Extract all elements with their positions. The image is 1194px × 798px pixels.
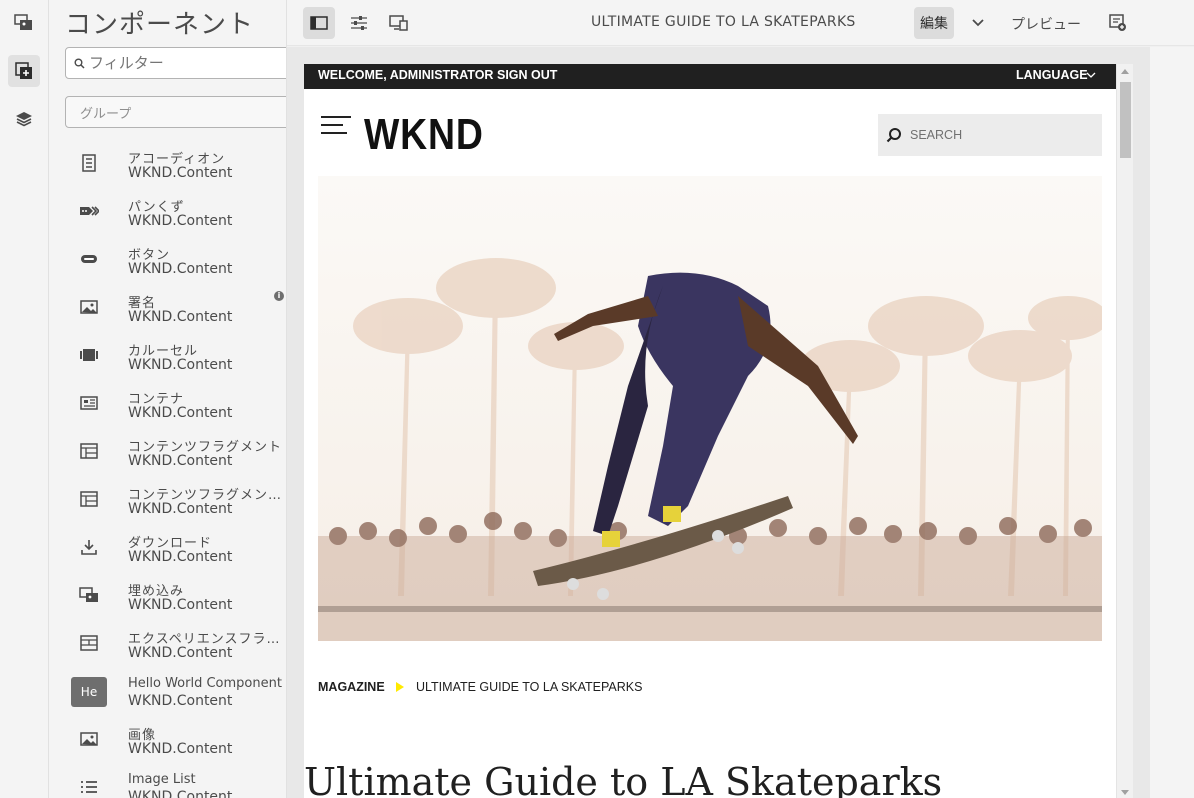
preview-mode-button[interactable]: プレビュー — [1011, 14, 1081, 34]
breadcrumb-icon — [79, 201, 99, 221]
edit-mode-button[interactable]: 編集 — [914, 7, 954, 39]
welcome-text: WELCOME, ADMINISTRATOR — [318, 68, 494, 82]
components-panel: コンポーネント グループ アコーディオン WKND.Content パンくず W… — [49, 0, 287, 798]
container-icon — [79, 393, 99, 413]
sign-out-link[interactable]: SIGN OUT — [497, 68, 557, 82]
site-logo[interactable]: WKND — [364, 110, 484, 160]
component-group: WKND.Content — [128, 357, 233, 373]
list-item[interactable]: コンテンツフラグメン… WKND.Content — [49, 482, 286, 530]
breadcrumb-separator-icon — [396, 682, 404, 692]
search-icon — [886, 128, 901, 143]
toggle-side-panel-icon[interactable] — [303, 7, 335, 39]
component-group: WKND.Content — [128, 741, 233, 757]
component-group: WKND.Content — [128, 165, 233, 181]
image-icon — [79, 729, 99, 749]
chevron-down-icon — [1086, 72, 1096, 78]
properties-icon[interactable] — [343, 7, 375, 39]
article-title: Ultimate Guide to LA Skateparks — [304, 760, 943, 798]
component-group: WKND.Content — [128, 453, 233, 469]
embed-icon — [79, 585, 99, 605]
list-item[interactable]: アコーディオン WKND.Content — [49, 146, 286, 194]
site-search[interactable]: SEARCH — [878, 114, 1102, 156]
list-item[interactable]: エクスペリエンスフラ… WKND.Content — [49, 626, 286, 674]
assets-icon[interactable] — [8, 7, 40, 39]
content-fragment-list-icon — [79, 489, 99, 509]
left-rail — [0, 0, 49, 798]
scroll-thumb[interactable] — [1120, 82, 1131, 158]
button-icon — [79, 249, 99, 269]
search-placeholder: SEARCH — [910, 128, 963, 142]
carousel-icon — [79, 345, 99, 365]
list-item[interactable]: 画像 WKND.Content — [49, 722, 286, 770]
panel-title: コンポーネント — [65, 10, 255, 40]
image-icon — [79, 297, 99, 317]
list-item[interactable]: コンテンツフラグメント WKND.Content — [49, 434, 286, 482]
language-menu[interactable]: LANGUAGE — [1016, 68, 1088, 82]
component-group: WKND.Content — [128, 501, 233, 517]
info-icon[interactable]: i — [274, 291, 284, 301]
list-item[interactable]: コンテナ WKND.Content — [49, 386, 286, 434]
component-list: アコーディオン WKND.Content パンくず WKND.Content ボ… — [49, 146, 286, 798]
filter-input[interactable] — [89, 54, 279, 72]
list-item[interactable]: He Hello World Component WKND.Content — [49, 674, 286, 722]
component-group: WKND.Content — [128, 405, 233, 421]
hero-image — [318, 176, 1102, 641]
component-group: WKND.Content — [128, 693, 233, 709]
group-select[interactable]: グループ — [65, 96, 286, 128]
emulator-icon[interactable] — [383, 7, 415, 39]
scroll-down-icon[interactable] — [1121, 790, 1129, 795]
download-icon — [79, 537, 99, 557]
chevron-down-icon[interactable] — [962, 7, 994, 39]
scrollbar[interactable] — [1116, 64, 1133, 798]
page-title: ULTIMATE GUIDE TO LA SKATEPARKS — [591, 14, 856, 30]
list-item[interactable]: ボタン WKND.Content — [49, 242, 286, 290]
breadcrumb-parent[interactable]: MAGAZINE — [318, 680, 385, 694]
component-group: WKND.Content — [128, 549, 233, 565]
he-badge: He — [71, 677, 107, 707]
experience-fragment-icon — [79, 633, 99, 653]
component-name: Hello World Component — [128, 676, 282, 691]
content-fragment-icon — [79, 441, 99, 461]
component-group: WKND.Content — [128, 213, 233, 229]
list-item[interactable]: 埋め込み WKND.Content — [49, 578, 286, 626]
component-group: WKND.Content — [128, 309, 233, 325]
right-gutter — [1150, 47, 1194, 798]
component-group: WKND.Content — [128, 645, 233, 661]
component-name: Image List — [128, 772, 196, 787]
component-group: WKND.Content — [128, 597, 233, 613]
component-group: WKND.Content — [128, 261, 233, 277]
accordion-icon — [79, 153, 99, 173]
breadcrumb: MAGAZINE ULTIMATE GUIDE TO LA SKATEPARKS — [318, 680, 642, 694]
list-item[interactable]: カルーセル WKND.Content — [49, 338, 286, 386]
list-item[interactable]: Image List WKND.Content — [49, 770, 286, 798]
list-item[interactable]: ダウンロード WKND.Content — [49, 530, 286, 578]
search-icon — [74, 58, 85, 69]
annotations-icon[interactable] — [1102, 7, 1134, 39]
list-item[interactable]: パンくず WKND.Content — [49, 194, 286, 242]
page-frame: WELCOME, ADMINISTRATOR SIGN OUT LANGUAGE… — [304, 64, 1133, 798]
scroll-up-icon[interactable] — [1121, 69, 1129, 74]
list-icon — [79, 777, 99, 797]
component-group: WKND.Content — [128, 789, 233, 798]
list-item[interactable]: 署名 WKND.Content — [49, 290, 286, 338]
breadcrumb-current: ULTIMATE GUIDE TO LA SKATEPARKS — [416, 680, 643, 694]
editor-toolbar: ULTIMATE GUIDE TO LA SKATEPARKS 編集 プレビュー — [287, 0, 1194, 46]
components-icon[interactable] — [8, 55, 40, 87]
filter-field[interactable] — [65, 47, 286, 79]
site-topbar: WELCOME, ADMINISTRATOR SIGN OUT LANGUAGE — [304, 64, 1116, 89]
content-tree-icon[interactable] — [8, 103, 40, 135]
menu-icon[interactable] — [321, 116, 351, 138]
